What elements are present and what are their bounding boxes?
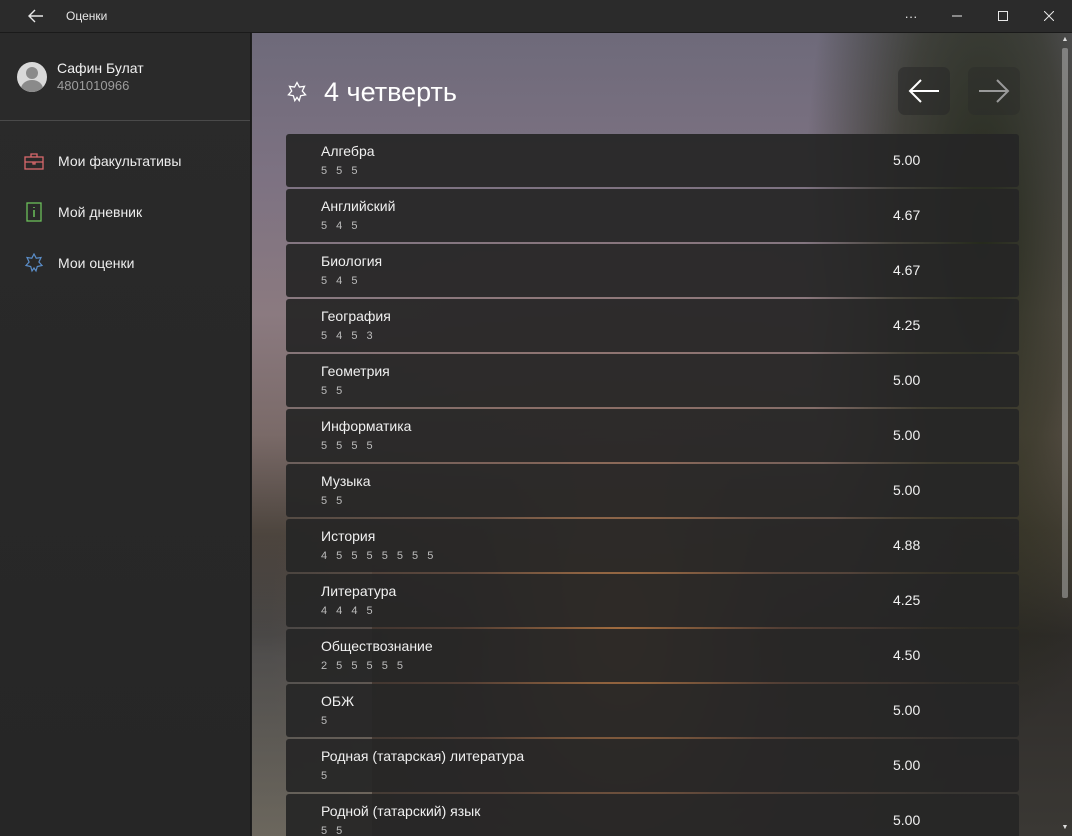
- next-quarter-button[interactable]: [968, 67, 1020, 115]
- list-item[interactable]: Информатика 5 5 5 5 5.00: [286, 409, 1019, 462]
- main-content: 4 четверть Алгебра 5 5 5 5.00 Английский…: [252, 33, 1072, 836]
- previous-quarter-button[interactable]: [898, 67, 950, 115]
- minimize-icon: [952, 15, 962, 17]
- scroll-thumb[interactable]: [1062, 48, 1068, 598]
- close-icon: [1044, 11, 1054, 21]
- list-item[interactable]: География 5 4 5 3 4.25: [286, 299, 1019, 352]
- list-item[interactable]: Английский 5 4 5 4.67: [286, 189, 1019, 242]
- scroll-down-icon[interactable]: ▼: [1060, 824, 1070, 832]
- subject-name: География: [321, 308, 391, 324]
- list-item[interactable]: История 4 5 5 5 5 5 5 5 4.88: [286, 519, 1019, 572]
- subject-grades: 5 5: [321, 385, 346, 397]
- user-id: 4801010966: [57, 77, 130, 93]
- subject-grades: 5 5 5 5: [321, 440, 376, 452]
- subject-average: 4.50: [893, 647, 921, 663]
- subject-average: 5.00: [893, 482, 921, 498]
- subject-name: Биология: [321, 253, 383, 269]
- back-button[interactable]: [0, 0, 66, 33]
- list-item[interactable]: Геометрия 5 5 5.00: [286, 354, 1019, 407]
- subject-average: 5.00: [893, 702, 921, 718]
- subject-grades: 5: [321, 715, 331, 727]
- subject-name: Алгебра: [321, 143, 375, 159]
- subject-name: Музыка: [321, 473, 371, 489]
- page-title: 4 четверть: [324, 76, 457, 107]
- user-profile[interactable]: Сафин Булат 4801010966: [0, 33, 250, 121]
- subject-average: 4.67: [893, 262, 921, 278]
- sidebar-item-label: Мой дневник: [58, 203, 143, 220]
- arrow-right-icon: [979, 79, 1010, 103]
- window-title: Оценки: [66, 9, 108, 23]
- subject-name: История: [321, 528, 376, 544]
- star-icon: [23, 252, 45, 274]
- subject-list: Алгебра 5 5 5 5.00 Английский 5 4 5 4.67…: [286, 134, 1019, 836]
- list-item[interactable]: Родной (татарский) язык 5 5 5.00: [286, 794, 1019, 836]
- subject-grades: 5: [321, 770, 331, 782]
- title-bar: Оценки ···: [0, 0, 1072, 33]
- sidebar-item-label: Мои факультативы: [58, 152, 182, 169]
- more-options-button[interactable]: ···: [888, 0, 934, 33]
- sidebar-item-label: Мои оценки: [58, 254, 135, 271]
- list-item[interactable]: Родная (татарская) литература 5 5.00: [286, 739, 1019, 792]
- more-icon: ···: [904, 8, 918, 24]
- briefcase-icon: [23, 150, 45, 172]
- subject-average: 5.00: [893, 152, 921, 168]
- sidebar-nav: Мои факультативы Мой дневник Мои оценки: [0, 121, 250, 288]
- subject-grades: 5 5: [321, 495, 346, 507]
- subject-grades: 5 4 5: [321, 275, 361, 287]
- list-item[interactable]: Биология 5 4 5 4.67: [286, 244, 1019, 297]
- sidebar-item-diary[interactable]: Мой дневник: [0, 186, 250, 237]
- sidebar-item-electives[interactable]: Мои факультативы: [0, 135, 250, 186]
- subject-name: Родная (татарская) литература: [321, 748, 525, 764]
- diary-icon: [23, 201, 45, 223]
- user-name: Сафин Булат: [57, 59, 144, 76]
- subject-name: Литература: [321, 583, 397, 599]
- list-item[interactable]: Обществознание 2 5 5 5 5 5 4.50: [286, 629, 1019, 682]
- subject-name: Обществознание: [321, 638, 433, 654]
- subject-average: 5.00: [893, 757, 921, 773]
- avatar: [17, 61, 47, 92]
- scrollbar[interactable]: ▲ ▼: [1060, 36, 1070, 832]
- subject-name: Родной (татарский) язык: [321, 803, 481, 819]
- list-item[interactable]: Литература 4 4 4 5 4.25: [286, 574, 1019, 627]
- sidebar-item-grades[interactable]: Мои оценки: [0, 237, 250, 288]
- subject-grades: 5 4 5 3: [321, 330, 376, 342]
- subject-grades: 5 5: [321, 825, 346, 836]
- star-icon: [287, 81, 307, 103]
- close-button[interactable]: [1026, 0, 1072, 33]
- subject-grades: 5 4 5: [321, 220, 361, 232]
- list-item[interactable]: Алгебра 5 5 5 5.00: [286, 134, 1019, 187]
- page-header: 4 четверть: [286, 75, 457, 109]
- subject-grades: 5 5 5: [321, 165, 361, 177]
- subject-name: Информатика: [321, 418, 412, 434]
- subject-grades: 2 5 5 5 5 5: [321, 660, 406, 672]
- list-item[interactable]: Музыка 5 5 5.00: [286, 464, 1019, 517]
- subject-grades: 4 5 5 5 5 5 5 5: [321, 550, 437, 562]
- subject-average: 5.00: [893, 372, 921, 388]
- subject-name: ОБЖ: [321, 693, 355, 709]
- subject-average: 4.25: [893, 317, 921, 333]
- subject-name: Английский: [321, 198, 396, 214]
- arrow-left-icon: [908, 79, 939, 103]
- maximize-icon: [998, 11, 1008, 21]
- subject-average: 4.25: [893, 592, 921, 608]
- minimize-button[interactable]: [934, 0, 980, 33]
- subject-average: 5.00: [893, 812, 921, 828]
- list-item[interactable]: ОБЖ 5 5.00: [286, 684, 1019, 737]
- subject-average: 4.88: [893, 537, 921, 553]
- subject-average: 4.67: [893, 207, 921, 223]
- scroll-up-icon[interactable]: ▲: [1060, 36, 1070, 44]
- sidebar: Сафин Булат 4801010966 Мои факультативы …: [0, 33, 251, 836]
- back-arrow-icon: [28, 9, 43, 23]
- maximize-button[interactable]: [980, 0, 1026, 33]
- subject-grades: 4 4 4 5: [321, 605, 376, 617]
- subject-average: 5.00: [893, 427, 921, 443]
- subject-name: Геометрия: [321, 363, 390, 379]
